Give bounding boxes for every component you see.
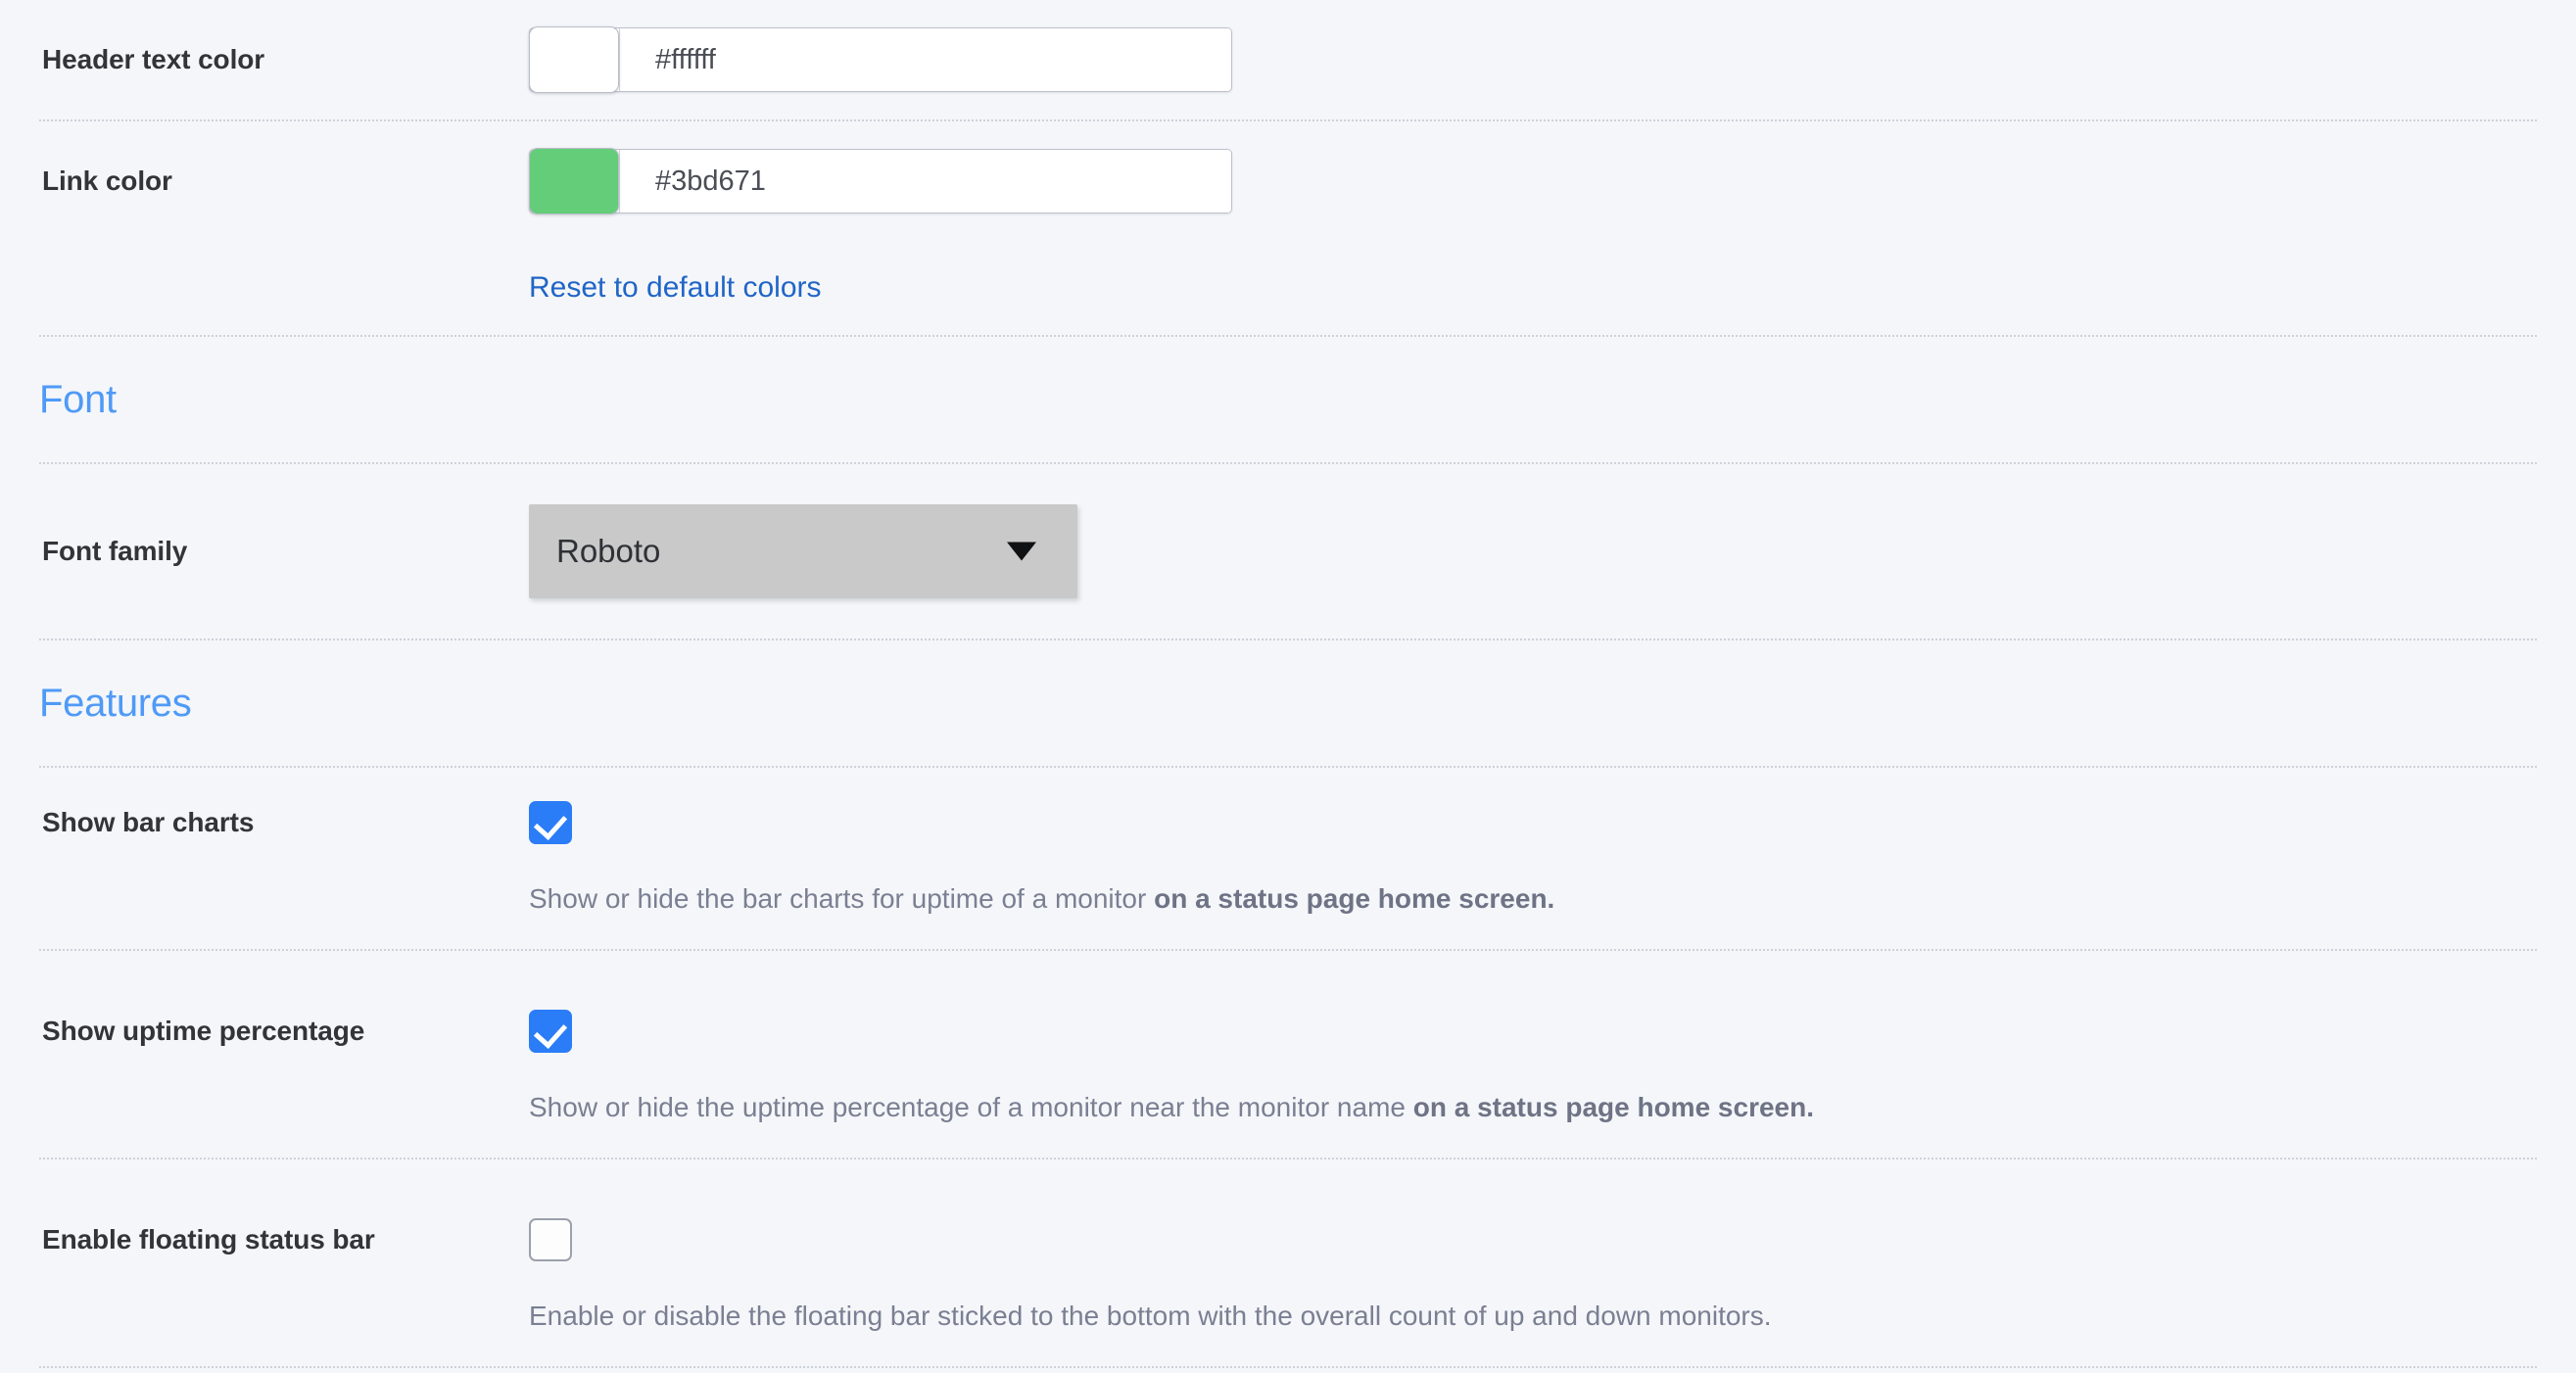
font-family-row: Font family Roboto <box>39 464 2537 639</box>
show-uptime-percentage-checkbox-col <box>529 1010 2537 1053</box>
divider-after-features-heading <box>39 766 2537 768</box>
spacer-1 <box>39 951 2537 976</box>
link-color-field[interactable]: #3bd671 <box>529 149 1232 213</box>
show-bar-charts-checkbox-col <box>529 801 2537 844</box>
reset-to-default-colors-link[interactable]: Reset to default colors <box>529 273 822 303</box>
font-family-select[interactable]: Roboto <box>529 504 1077 598</box>
show-uptime-percentage-description: Show or hide the uptime percentage of a … <box>529 1086 2537 1158</box>
link-color-row: Link color #3bd671 <box>39 121 2537 241</box>
link-color-input[interactable]: #3bd671 <box>619 150 1231 213</box>
show-uptime-percentage-description-bold: on a status page home screen. <box>1413 1092 1814 1122</box>
font-family-label-col: Font family <box>39 535 529 568</box>
enable-floating-status-bar-description: Enable or disable the floating bar stick… <box>529 1295 2537 1366</box>
link-color-field-col: #3bd671 <box>529 149 2537 213</box>
enable-floating-status-bar-desc-row: Enable or disable the floating bar stick… <box>39 1295 2537 1366</box>
font-section-title: Font <box>39 380 117 419</box>
link-color-swatch[interactable] <box>529 148 619 214</box>
show-uptime-percentage-desc-col: Show or hide the uptime percentage of a … <box>529 1086 2537 1158</box>
show-bar-charts-description-bold: on a status page home screen. <box>1154 883 1554 914</box>
enable-floating-status-bar-label: Enable floating status bar <box>42 1223 529 1256</box>
enable-floating-status-bar-desc-col: Enable or disable the floating bar stick… <box>529 1295 2537 1366</box>
enable-floating-status-bar-checkbox[interactable] <box>529 1218 572 1261</box>
show-bar-charts-description-plain: Show or hide the bar charts for uptime o… <box>529 883 1154 914</box>
show-uptime-percentage-label-col: Show uptime percentage <box>39 1015 529 1048</box>
header-text-color-label-col: Header text color <box>39 43 529 76</box>
header-text-color-input[interactable]: #ffffff <box>619 28 1231 91</box>
show-bar-charts-description: Show or hide the bar charts for uptime o… <box>529 877 2537 949</box>
divider-after-show-uptime-percentage <box>39 1158 2537 1160</box>
reset-colors-link-col: Reset to default colors <box>529 273 2537 303</box>
feature-show-uptime-percentage: Show uptime percentage Show or hide the … <box>39 976 2537 1158</box>
show-bar-charts-checkbox[interactable] <box>529 801 572 844</box>
font-family-label: Font family <box>42 535 529 568</box>
enable-floating-status-bar-label-col: Enable floating status bar <box>39 1223 529 1256</box>
show-uptime-percentage-description-plain: Show or hide the uptime percentage of a … <box>529 1092 1413 1122</box>
header-text-color-swatch[interactable] <box>529 26 619 93</box>
divider-after-show-bar-charts <box>39 949 2537 951</box>
reset-colors-row: Reset to default colors <box>39 241 2537 335</box>
appearance-settings-page: Header text color #ffffff Link color #3b… <box>0 0 2576 1373</box>
divider-after-font-family <box>39 639 2537 640</box>
font-family-selected-value: Roboto <box>556 533 660 570</box>
divider-after-font-heading <box>39 462 2537 464</box>
feature-row-enable-floating-status-bar: Enable floating status bar <box>39 1185 2537 1295</box>
show-bar-charts-desc-col: Show or hide the bar charts for uptime o… <box>529 877 2537 949</box>
show-uptime-percentage-desc-row: Show or hide the uptime percentage of a … <box>39 1086 2537 1158</box>
features-section-heading-row: Features <box>39 640 2537 766</box>
enable-floating-status-bar-description-plain: Enable or disable the floating bar stick… <box>529 1301 1772 1331</box>
link-color-label-col: Link color <box>39 165 529 198</box>
show-uptime-percentage-label: Show uptime percentage <box>42 1015 529 1048</box>
show-bar-charts-desc-row: Show or hide the bar charts for uptime o… <box>39 877 2537 949</box>
show-uptime-percentage-checkbox[interactable] <box>529 1010 572 1053</box>
feature-show-bar-charts: Show bar charts Show or hide the bar cha… <box>39 768 2537 949</box>
font-family-field-col: Roboto <box>529 504 2537 598</box>
divider-after-colors <box>39 335 2537 337</box>
divider-after-header-text-color <box>39 119 2537 121</box>
enable-floating-status-bar-checkbox-col <box>529 1218 2537 1261</box>
header-text-color-field-col: #ffffff <box>529 27 2537 92</box>
feature-row-show-uptime-percentage: Show uptime percentage <box>39 976 2537 1086</box>
header-text-color-label: Header text color <box>42 43 529 76</box>
show-bar-charts-label-col: Show bar charts <box>39 806 529 839</box>
spacer-2 <box>39 1160 2537 1185</box>
font-section-heading-row: Font <box>39 337 2537 462</box>
show-bar-charts-label: Show bar charts <box>42 806 529 839</box>
feature-row-show-bar-charts: Show bar charts <box>39 768 2537 877</box>
link-color-label: Link color <box>42 165 529 198</box>
feature-enable-floating-status-bar: Enable floating status bar Enable or dis… <box>39 1185 2537 1366</box>
features-section-title: Features <box>39 684 191 723</box>
header-text-color-row: Header text color #ffffff <box>39 0 2537 119</box>
header-text-color-field[interactable]: #ffffff <box>529 27 1232 92</box>
divider-bottom <box>39 1366 2537 1368</box>
chevron-down-icon <box>1007 543 1036 561</box>
